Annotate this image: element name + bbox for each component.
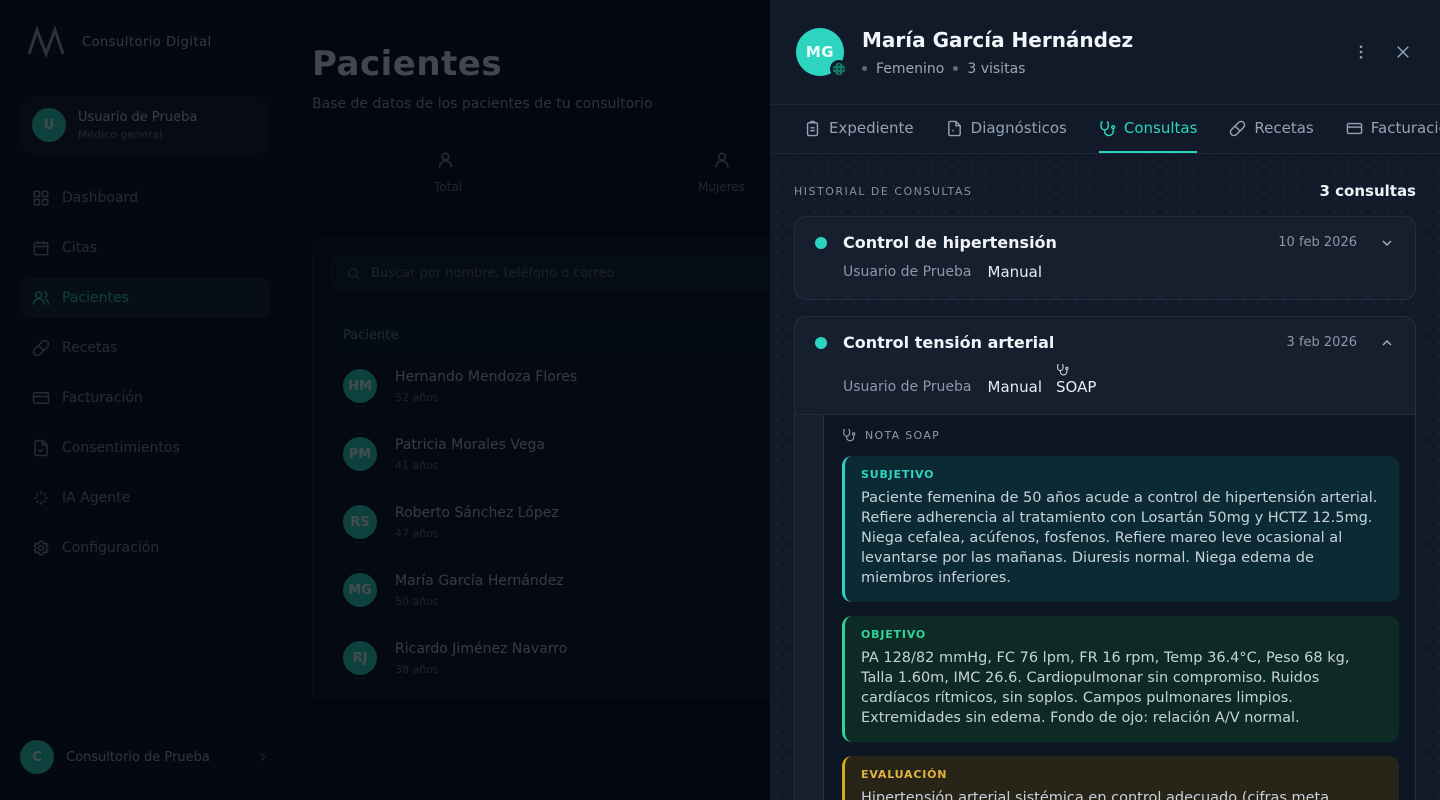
stethoscope-icon (842, 428, 856, 442)
patient-drawer: MG María García Hernández Femenino 3 vis… (770, 0, 1440, 800)
soap-badge-label: SOAP (1056, 378, 1096, 396)
tab-expediente[interactable]: Expediente (804, 105, 914, 153)
history-header: HISTORIAL DE CONSULTAS 3 consultas (794, 182, 1416, 200)
soap-section-label: OBJETIVO (861, 628, 1383, 641)
history-label: HISTORIAL DE CONSULTAS (794, 185, 972, 198)
consultation-header[interactable]: Control tensión arterial 3 feb 2026 Usua… (795, 317, 1415, 414)
stethoscope-icon (1099, 120, 1116, 137)
consultation-card: Control tensión arterial 3 feb 2026 Usua… (794, 316, 1416, 800)
close-icon (1394, 43, 1412, 61)
consultation-source: Manual (988, 263, 1043, 281)
soap-note-panel: NOTA SOAP SUBJETIVO Paciente femenina de… (823, 415, 1415, 800)
drawer-header: MG María García Hernández Femenino 3 vis… (770, 0, 1440, 104)
soap-section-objetivo: OBJETIVO PA 128/82 mmHg, FC 76 lpm, FR 1… (842, 616, 1399, 742)
drawer-actions (1350, 41, 1414, 63)
status-dot (815, 337, 827, 349)
soap-section-evaluacion: EVALUACIÓN Hipertensión arterial sistémi… (842, 756, 1399, 800)
patient-gender: Femenino (876, 61, 944, 77)
consultas-panel: HISTORIAL DE CONSULTAS 3 consultas Contr… (770, 154, 1440, 800)
tab-recetas[interactable]: Recetas (1229, 105, 1313, 153)
status-dot (815, 237, 827, 249)
consultation-count: 3 consultas (1319, 182, 1416, 200)
consultation-body: NOTA SOAP SUBJETIVO Paciente femenina de… (795, 414, 1415, 800)
tab-facturacion[interactable]: Facturación (1346, 105, 1440, 153)
soap-section-subjetivo: SUBJETIVO Paciente femenina de 50 años a… (842, 456, 1399, 602)
patient-avatar-wrap: MG (796, 28, 844, 76)
consultation-source: Manual (988, 378, 1043, 396)
credit-card-icon (1346, 120, 1363, 137)
stethoscope-icon (1056, 363, 1069, 376)
patient-name: María García Hernández (862, 28, 1133, 52)
patient-meta: Femenino 3 visitas (862, 61, 1133, 77)
consultation-title: Control tensión arterial (843, 333, 1054, 352)
consultation-date: 10 feb 2026 (1278, 235, 1357, 250)
tab-label: Recetas (1254, 119, 1313, 137)
tab-diagnosticos[interactable]: Diagnósticos (946, 105, 1067, 153)
file-icon (946, 120, 963, 137)
consultation-card: Control de hipertensión 10 feb 2026 Usua… (794, 216, 1416, 300)
consultation-title: Control de hipertensión (843, 233, 1057, 252)
avatar-status-badge (830, 60, 848, 78)
soap-section-text: Hipertensión arterial sistémica en contr… (861, 788, 1383, 800)
bullet-separator (953, 66, 958, 71)
kebab-menu-icon (1352, 43, 1370, 61)
soap-section-label: SUBJETIVO (861, 468, 1383, 481)
soap-note-label: NOTA SOAP (865, 429, 940, 442)
soap-section-text: Paciente femenina de 50 años acude a con… (861, 488, 1383, 588)
close-button[interactable] (1392, 41, 1414, 63)
pill-icon (1229, 120, 1246, 137)
patient-visits: 3 visitas (967, 61, 1025, 77)
consultation-author: Usuario de Prueba (843, 264, 972, 281)
consultation-header[interactable]: Control de hipertensión 10 feb 2026 Usua… (795, 217, 1415, 299)
tab-consultas[interactable]: Consultas (1099, 105, 1198, 153)
tab-label: Diagnósticos (971, 119, 1067, 137)
body-indent (795, 415, 823, 800)
consultation-author: Usuario de Prueba (843, 379, 972, 396)
more-options-button[interactable] (1350, 41, 1372, 63)
tab-label: Consultas (1124, 119, 1198, 137)
clipboard-icon (804, 120, 821, 137)
drawer-tabs: a Expediente Diagnósticos Consultas Rece… (770, 104, 1440, 154)
soap-note-header: NOTA SOAP (842, 428, 1399, 442)
tab-label: Facturación (1371, 119, 1440, 137)
chevron-up-icon[interactable] (1379, 335, 1395, 351)
consultation-date: 3 feb 2026 (1287, 335, 1357, 350)
soap-section-text: PA 128/82 mmHg, FC 76 lpm, FR 16 rpm, Te… (861, 648, 1383, 728)
soap-section-label: EVALUACIÓN (861, 768, 1383, 781)
chevron-down-icon[interactable] (1379, 235, 1395, 251)
tab-label: Expediente (829, 119, 914, 137)
soap-badge: SOAP (1056, 363, 1096, 396)
bullet-separator (862, 66, 867, 71)
